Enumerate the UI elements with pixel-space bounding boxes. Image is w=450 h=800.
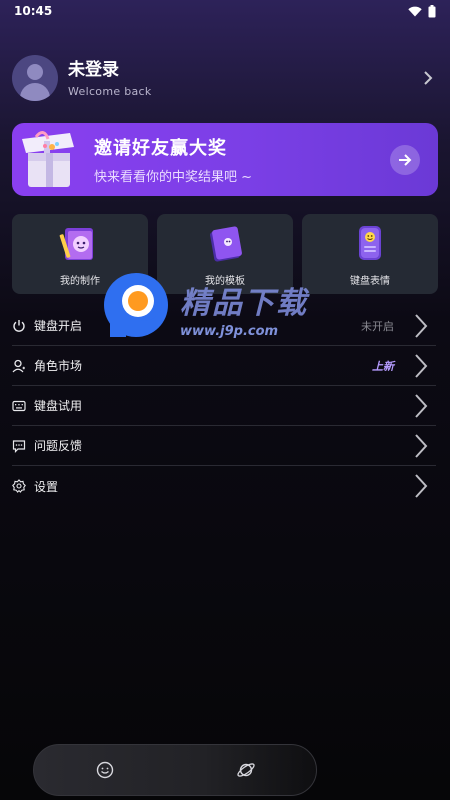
battery-icon	[428, 4, 436, 17]
keyboard-icon	[12, 400, 26, 411]
menu-label: 设置	[34, 479, 59, 494]
planet-icon	[236, 763, 255, 777]
watermark-logo-icon	[96, 271, 170, 345]
watermark-url: www.j9p.com	[180, 323, 279, 339]
watermark: 精品下载 www.j9p.com	[96, 268, 376, 348]
tab-emoji[interactable]	[85, 750, 125, 790]
menu-item-keyboard-trial[interactable]: 键盘试用	[12, 386, 436, 426]
invite-banner[interactable]: 邀请好友赢大奖 快来看看你的中奖结果吧 ~	[12, 123, 438, 196]
grid-label-my-creations: 我的制作	[60, 276, 100, 287]
tab-planet[interactable]	[226, 750, 266, 790]
feedback-icon	[12, 439, 26, 453]
settings-icon	[12, 479, 26, 493]
status-icons	[408, 4, 436, 18]
bottom-tab-bar	[33, 744, 317, 796]
chevron-right-icon	[412, 392, 430, 420]
power-icon	[13, 319, 25, 332]
arrow-right-icon[interactable]	[390, 144, 420, 175]
emoji-phone-icon	[359, 226, 381, 260]
new-badge: 上新	[372, 359, 394, 373]
banner-title: 邀请好友赢大奖	[94, 138, 227, 159]
menu-item-settings[interactable]: 设置	[12, 466, 436, 506]
menu-item-character-market[interactable]: 角色市场 上新	[12, 346, 436, 386]
profile-header[interactable]: 未登录 Welcome back	[12, 54, 438, 102]
menu-label: 键盘试用	[34, 399, 83, 413]
avatar[interactable]	[12, 55, 58, 101]
chevron-right-icon	[412, 312, 430, 340]
profile-name: 未登录	[68, 59, 119, 80]
user-icon	[12, 359, 25, 372]
menu-label: 角色市场	[34, 359, 83, 373]
menu-item-feedback[interactable]: 问题反馈	[12, 426, 436, 466]
chevron-right-icon	[412, 472, 430, 500]
banner-subtitle: 快来看看你的中奖结果吧 ~	[94, 170, 253, 185]
profile-subtitle: Welcome back	[68, 84, 152, 98]
status-bar: 10:45	[0, 0, 450, 22]
template-book-icon	[210, 226, 242, 262]
watermark-title: 精品下载	[180, 285, 308, 321]
gift-box-icon	[12, 123, 84, 196]
menu-label: 问题反馈	[34, 439, 83, 453]
pencil-book-icon	[59, 228, 93, 260]
smile-icon	[96, 761, 113, 779]
status-time: 10:45	[14, 4, 53, 18]
chevron-right-icon	[412, 432, 430, 460]
chevron-right-icon	[412, 352, 430, 380]
wifi-icon	[408, 6, 422, 16]
chevron-right-icon[interactable]	[418, 68, 438, 88]
